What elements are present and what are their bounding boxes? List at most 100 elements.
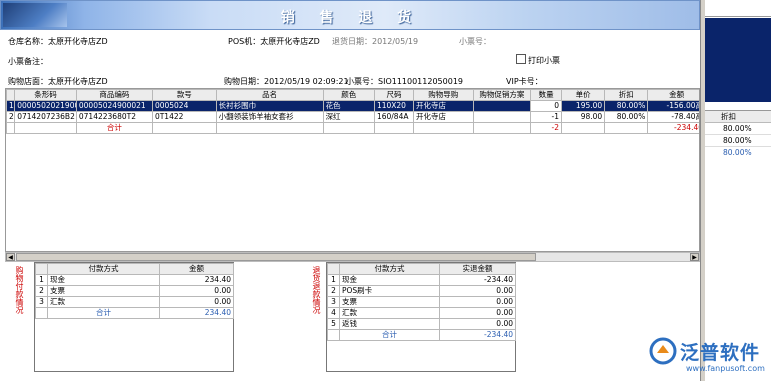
- scroll-right-arrow-icon[interactable]: ▶: [690, 253, 699, 261]
- refund-row[interactable]: 5 返钱 0.00: [327, 318, 516, 330]
- ticket-no2-value: SIO11100112050019: [378, 77, 463, 86]
- column-header: 金额: [159, 263, 234, 275]
- color-cell[interactable]: 深红: [322, 111, 375, 123]
- adjacent-discount-value: 80.00%: [705, 123, 771, 135]
- amount-cell[interactable]: 0.00: [159, 285, 234, 297]
- total-label: 合计: [75, 122, 153, 134]
- qty-cell[interactable]: -1: [530, 111, 562, 123]
- horizontal-scrollbar[interactable]: ◀ ▶: [5, 252, 700, 262]
- column-header[interactable]: 尺码: [373, 89, 415, 101]
- remark-input[interactable]: [48, 54, 488, 65]
- table-row[interactable]: 2 0714207236B2 0714223680T2 0T1422 小翻领装饰…: [6, 111, 699, 123]
- size-cell[interactable]: 160/84A: [373, 111, 415, 123]
- row-indicator-header: [327, 263, 340, 275]
- row-indicator-header: [35, 263, 48, 275]
- payment-row[interactable]: 1 现金 234.40: [35, 274, 234, 286]
- column-header[interactable]: 购物促销方案: [472, 89, 532, 101]
- column-header[interactable]: 折扣: [604, 89, 649, 101]
- refund-row[interactable]: 2 POS刷卡 0.00: [327, 285, 516, 297]
- title-banner: 销 售 退 货: [0, 0, 700, 30]
- scroll-left-arrow-icon[interactable]: ◀: [6, 253, 15, 261]
- refund-row[interactable]: 4 汇款 0.00: [327, 307, 516, 319]
- ticket-no2-label: 小票号：: [346, 77, 378, 86]
- ticket-no-input[interactable]: [495, 34, 695, 45]
- grid-header-row: 条形码 商品编码 款号 品名 颜色 尺码 购物导购 购物促销方案 数量 单价 折…: [6, 89, 699, 101]
- payment-table: 付款方式 金额 1 现金 234.40 2 支票 0.00 3 汇款 0.00 …: [35, 263, 234, 319]
- row-index: 5: [327, 318, 340, 330]
- column-header[interactable]: 款号: [151, 89, 217, 101]
- code-cell[interactable]: 00005024900021: [75, 100, 153, 112]
- code-cell[interactable]: 0714223680T2: [75, 111, 153, 123]
- amount-cell[interactable]: 0.00: [439, 285, 516, 297]
- guide-cell[interactable]: 开化寺店: [413, 100, 474, 112]
- column-header[interactable]: 单价: [560, 89, 606, 101]
- amount-cell[interactable]: -156.00高: [647, 100, 699, 112]
- style-cell[interactable]: 0T1422: [151, 111, 217, 123]
- brand-logo-icon: [649, 337, 677, 365]
- column-header[interactable]: 数量: [530, 89, 562, 101]
- print-ticket-checkbox[interactable]: [516, 54, 526, 64]
- method-cell: 现金: [47, 274, 160, 286]
- amount-cell[interactable]: -234.40: [439, 274, 516, 286]
- amount-cell[interactable]: -78.40高: [647, 111, 699, 123]
- column-header[interactable]: 颜色: [322, 89, 375, 101]
- payment-header-row: 付款方式 金额: [35, 263, 234, 275]
- price-cell[interactable]: 98.00: [560, 111, 606, 123]
- row-index: 2: [327, 285, 340, 297]
- empty-cell: [322, 122, 375, 134]
- promo-cell[interactable]: [472, 111, 532, 123]
- watermark-logo: 泛普软件 www.fanpusoft.com: [648, 334, 771, 381]
- refund-panel: 付款方式 实退金额 1 现金 -234.40 2 POS刷卡 0.00 3 支票…: [326, 262, 516, 372]
- row-index: 1: [6, 100, 16, 112]
- column-header[interactable]: 条形码: [14, 89, 77, 101]
- table-row[interactable]: 1 00005020219004 00005024900021 0005024 …: [6, 100, 699, 112]
- refund-row[interactable]: 1 现金 -234.40: [327, 274, 516, 286]
- guide-cell[interactable]: 开化寺店: [413, 111, 474, 123]
- qty-cell-editing[interactable]: 0: [530, 100, 562, 112]
- payment-row[interactable]: 3 汇款 0.00: [35, 296, 234, 308]
- barcode-cell[interactable]: 00005020219004: [14, 100, 77, 112]
- vip-card-input[interactable]: [545, 74, 695, 85]
- price-cell[interactable]: 195.00: [560, 100, 606, 112]
- barcode-cell[interactable]: 0714207236B2: [14, 111, 77, 123]
- column-header[interactable]: 品名: [215, 89, 324, 101]
- amount-cell[interactable]: 0.00: [439, 318, 516, 330]
- adjacent-discount-panel: 折扣 80.00% 80.00% 80.00%: [705, 110, 771, 163]
- payment-row[interactable]: 2 支票 0.00: [35, 285, 234, 297]
- row-indicator-header: [6, 89, 16, 101]
- amount-cell[interactable]: 0.00: [439, 307, 516, 319]
- total-qty: -2: [530, 122, 562, 134]
- name-cell[interactable]: 小翻领装饰羊袖女套衫: [215, 111, 324, 123]
- column-header: 付款方式: [47, 263, 160, 275]
- column-header[interactable]: 金额: [647, 89, 699, 101]
- adjacent-selected-block: [705, 18, 771, 102]
- discount-cell[interactable]: 80.00%: [604, 111, 649, 123]
- name-cell[interactable]: 长衬衫围巾: [215, 100, 324, 112]
- brand-name: 泛普软件: [680, 342, 761, 364]
- amount-cell[interactable]: 234.40: [159, 274, 234, 286]
- amount-cell[interactable]: 0.00: [159, 296, 234, 308]
- discount-cell[interactable]: 80.00%: [604, 100, 649, 112]
- row-index: 1: [35, 274, 48, 286]
- pos-field: POS机：太原开化寺店ZD: [228, 36, 320, 47]
- refund-total-row: 合计 -234.40: [327, 329, 516, 341]
- product-grid[interactable]: 条形码 商品编码 款号 品名 颜色 尺码 购物导购 购物促销方案 数量 单价 折…: [5, 88, 700, 252]
- ticket-no2-field: 小票号：SIO11100112050019: [346, 76, 463, 87]
- refund-row[interactable]: 3 支票 0.00: [327, 296, 516, 308]
- method-cell: POS刷卡: [339, 285, 440, 297]
- amount-cell[interactable]: 0.00: [439, 296, 516, 308]
- method-cell: 现金: [339, 274, 440, 286]
- size-cell[interactable]: 110X20: [373, 100, 415, 112]
- adjacent-discount-value: 80.00%: [705, 135, 771, 147]
- scrollbar-thumb[interactable]: [16, 253, 536, 261]
- style-cell[interactable]: 0005024: [151, 100, 217, 112]
- promo-cell[interactable]: [472, 100, 532, 112]
- color-cell[interactable]: 花色: [322, 100, 375, 112]
- vip-card-label: VIP卡号：: [506, 77, 543, 86]
- column-header[interactable]: 购物导购: [413, 89, 474, 101]
- refund-header-row: 付款方式 实退金额: [327, 263, 516, 275]
- column-header: 实退金额: [439, 263, 516, 275]
- column-header[interactable]: 商品编码: [75, 89, 153, 101]
- brand-url: www.fanpusoft.com: [686, 364, 765, 373]
- method-cell: 汇款: [339, 307, 440, 319]
